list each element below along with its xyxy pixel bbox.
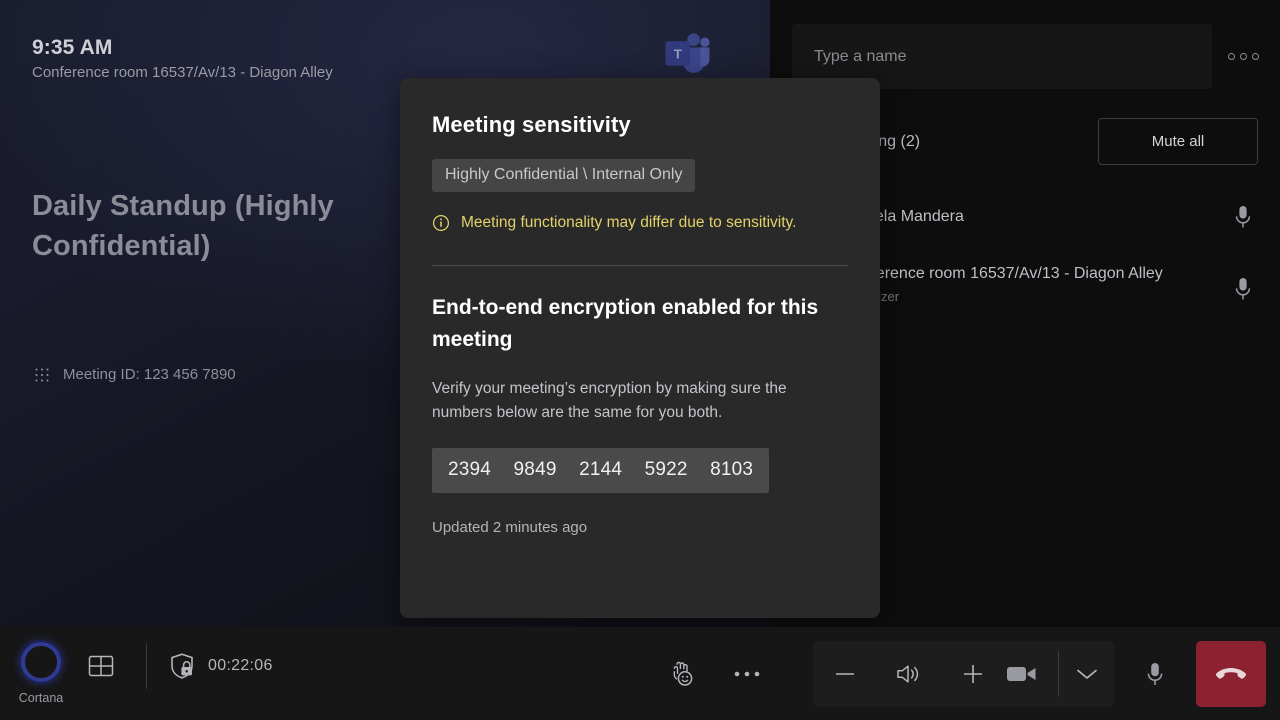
gallery-layout-icon <box>88 655 114 676</box>
meeting-toolbar: Cortana 00:22:06 <box>0 627 1280 720</box>
encryption-status-indicator[interactable]: 00:22:06 <box>169 652 273 680</box>
hangup-phone-icon <box>1216 667 1246 679</box>
microphone-icon[interactable] <box>1232 276 1254 302</box>
info-circle-icon <box>432 214 450 232</box>
shield-lock-icon <box>171 652 193 679</box>
panel-more-options-button[interactable] <box>1220 34 1266 80</box>
security-code-group: 8103 <box>710 459 754 480</box>
camera-toggle-button[interactable] <box>985 641 1058 707</box>
security-code-updated-text: Updated 2 minutes ago <box>432 519 588 536</box>
chevron-down-icon <box>1076 669 1097 679</box>
teams-meeting-window: 9:35 AM Conference room 16537/Av/13 - Di… <box>0 0 1280 720</box>
cortana-circle-icon <box>21 642 61 682</box>
dialpad-icon <box>35 367 49 382</box>
sensitivity-notice: Meeting functionality may differ due to … <box>432 211 848 235</box>
mute-all-button[interactable]: Mute all <box>1098 118 1258 165</box>
toolbar-center-group <box>655 627 1005 720</box>
toolbar-divider <box>146 642 147 689</box>
meeting-title: Daily Standup (Highly Confidential) <box>32 190 334 262</box>
security-code-group: 2394 <box>448 459 492 480</box>
camera-options-button[interactable] <box>1059 641 1114 707</box>
volume-control-group <box>813 640 1005 707</box>
participant-name: Daniela Mandera <box>842 208 964 225</box>
security-code-group: 9849 <box>513 459 557 480</box>
hangup-button[interactable] <box>1196 640 1266 707</box>
toolbar-left-group: Cortana 00:22:06 <box>0 627 273 720</box>
dot-icon <box>1227 53 1235 60</box>
clock-time: 9:35 AM <box>32 36 113 59</box>
security-code-group: 5922 <box>644 459 688 480</box>
camera-control-group <box>985 640 1114 707</box>
dialog-heading-sensitivity: Meeting sensitivity <box>432 112 631 137</box>
sensitivity-notice-text: Meeting functionality may differ due to … <box>461 214 797 231</box>
microphone-icon[interactable] <box>1232 204 1254 230</box>
more-options-button[interactable] <box>711 651 783 697</box>
plus-icon <box>964 664 982 683</box>
dialog-divider <box>432 265 848 266</box>
participant-name: Conference room 16537/Av/13 - Diagon All… <box>842 265 1163 282</box>
dot-icon <box>1251 53 1259 60</box>
meeting-timer: 00:22:06 <box>208 656 273 674</box>
meeting-sensitivity-dialog: Meeting sensitivity Highly Confidential … <box>400 78 880 618</box>
more-options-icon <box>734 671 760 676</box>
microphone-toggle-button[interactable] <box>1124 641 1186 707</box>
cortana-label: Cortana <box>18 691 64 705</box>
raise-hand-reactions-icon <box>673 661 693 686</box>
meeting-id-row: Meeting ID: 123 456 7890 <box>34 366 236 383</box>
participant-role: Organizer <box>842 287 1222 307</box>
dialog-heading-encryption: End-to-end encryption enabled for this m… <box>432 296 819 351</box>
microsoft-teams-logo: T <box>665 33 710 73</box>
stage-header: 9:35 AM Conference room 16537/Av/13 - Di… <box>32 34 690 84</box>
cortana-button[interactable]: Cortana <box>0 642 82 705</box>
dot-icon <box>1239 53 1247 60</box>
security-code-group: 2144 <box>579 459 623 480</box>
meeting-id-label: Meeting ID: 123 456 7890 <box>63 366 236 383</box>
sensitivity-label-chip: Highly Confidential \ Internal Only <box>432 159 696 192</box>
camera-icon <box>1006 666 1035 681</box>
microphone-icon <box>1147 662 1163 685</box>
minus-icon <box>836 672 854 675</box>
reactions-button[interactable] <box>655 651 711 697</box>
svg-text:T: T <box>674 47 682 62</box>
security-code-box: 2394 9849 2144 5922 8103 <box>432 448 770 493</box>
volume-down-button[interactable] <box>813 641 877 707</box>
toolbar-right-group <box>985 627 1266 720</box>
speaker-volume-icon <box>897 664 919 683</box>
gallery-layout-button[interactable] <box>78 643 124 689</box>
speaker-button[interactable] <box>877 641 941 707</box>
encryption-description: Verify your meeting’s encryption by maki… <box>432 380 787 421</box>
